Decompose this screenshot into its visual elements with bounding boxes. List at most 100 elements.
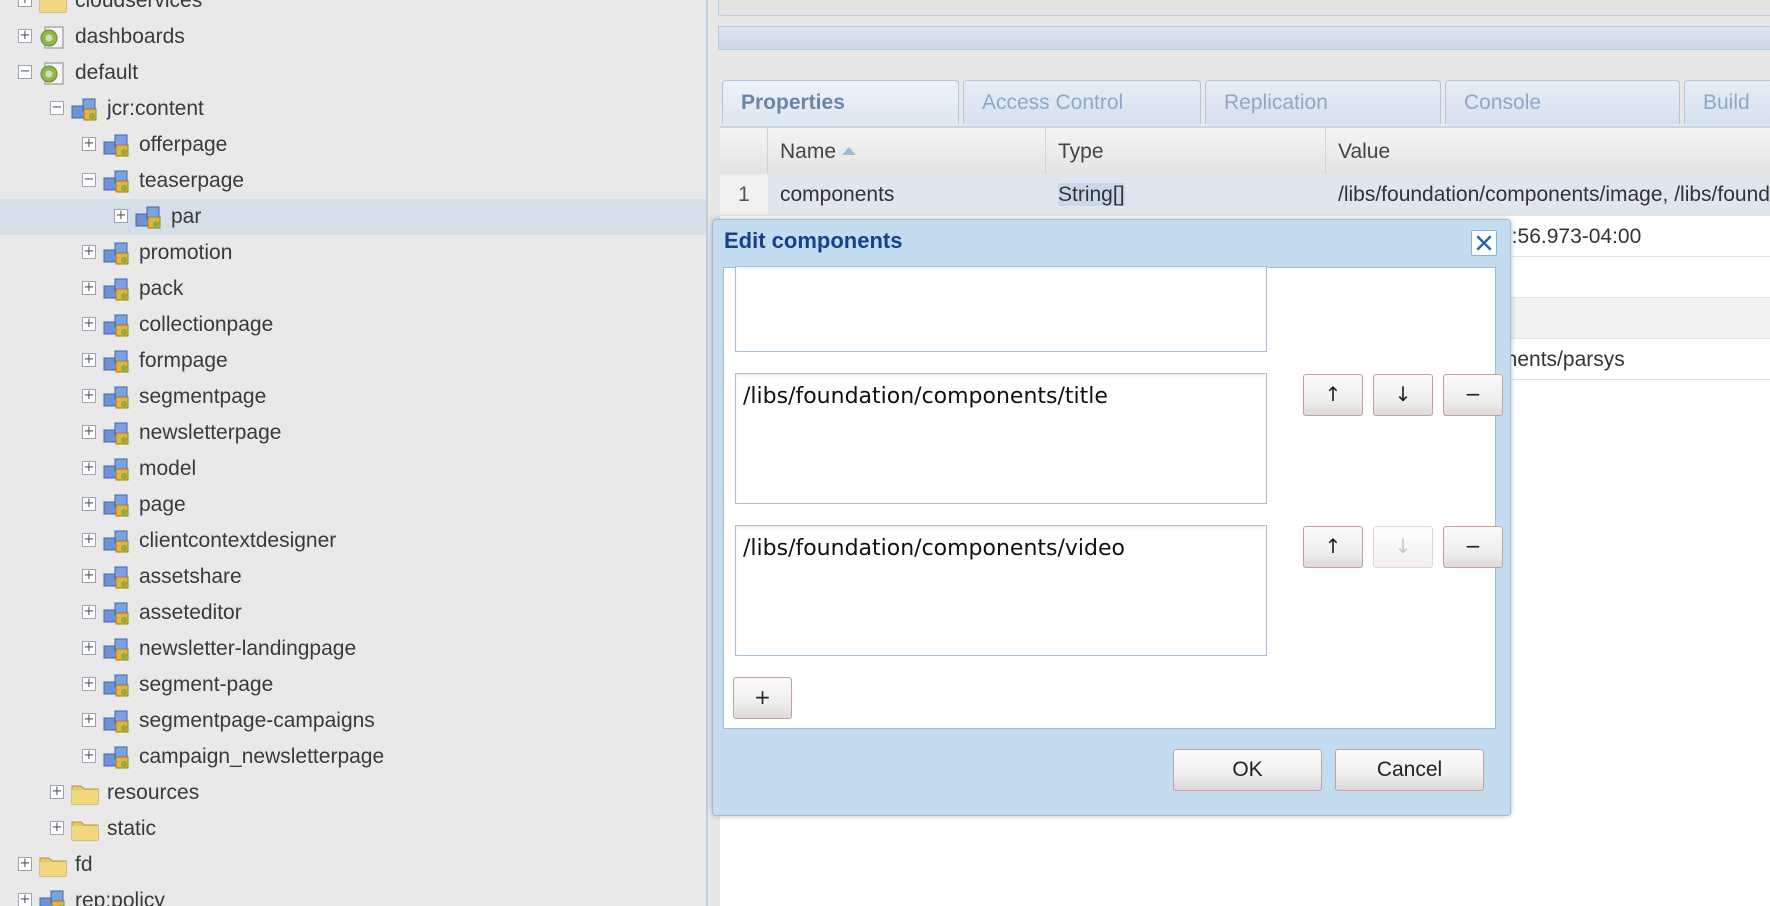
tree-node-label: teaserpage	[139, 169, 245, 192]
expand-icon[interactable]: +	[82, 137, 96, 151]
close-button[interactable]	[1471, 230, 1497, 256]
tree-node[interactable]: + fd	[0, 847, 706, 883]
tree-node-label: newsletter-landingpage	[139, 637, 357, 660]
column-name-label: Name	[780, 140, 837, 163]
tree-node[interactable]: − teaserpage	[0, 163, 706, 199]
tree-node-label: page	[139, 493, 186, 516]
expand-icon[interactable]: +	[82, 281, 96, 295]
move-up-button[interactable]: ↑	[1303, 526, 1363, 568]
top-strip	[718, 0, 1770, 16]
property-type: String[]	[1058, 183, 1125, 206]
component-node-icon	[103, 710, 129, 733]
column-value-header[interactable]: Value	[1326, 128, 1770, 174]
add-field-button[interactable]: +	[733, 677, 792, 719]
column-name-header[interactable]: Name	[768, 128, 1046, 174]
tab-console[interactable]: Console	[1445, 80, 1680, 124]
close-icon	[1476, 235, 1492, 251]
tree-node[interactable]: + pack	[0, 271, 706, 307]
tree-node[interactable]: + promotion	[0, 235, 706, 271]
expand-icon[interactable]: +	[82, 677, 96, 691]
expand-icon[interactable]: +	[18, 857, 32, 871]
cancel-button[interactable]: Cancel	[1335, 749, 1484, 791]
ok-button[interactable]: OK	[1173, 749, 1322, 791]
expand-icon[interactable]: +	[82, 425, 96, 439]
collapse-icon[interactable]: −	[18, 65, 32, 79]
tree-node[interactable]: + model	[0, 451, 706, 487]
move-down-button-disabled: ↓	[1373, 526, 1433, 568]
tree-node[interactable]: + assetshare	[0, 559, 706, 595]
tree-node[interactable]: + segmentpage	[0, 379, 706, 415]
repository-tree: + cloudservices + dashboards − default − jcr:co…	[0, 0, 708, 906]
expand-icon[interactable]: +	[82, 389, 96, 403]
move-up-button[interactable]: ↑	[1303, 374, 1363, 416]
component-path-field[interactable]	[735, 266, 1267, 352]
remove-button[interactable]: −	[1443, 526, 1503, 568]
expand-icon[interactable]: +	[18, 0, 32, 7]
tree-node-label: resources	[107, 781, 200, 804]
row-number: 1	[720, 174, 768, 215]
expand-icon[interactable]: +	[18, 893, 32, 906]
expand-icon[interactable]: +	[82, 245, 96, 259]
tree-node[interactable]: + segment-page	[0, 667, 706, 703]
tree-node[interactable]: + segmentpage-campaigns	[0, 703, 706, 739]
tree-node-label: promotion	[139, 241, 233, 264]
column-type-header[interactable]: Type	[1046, 128, 1326, 174]
component-node-icon	[103, 314, 129, 337]
expand-icon[interactable]: +	[114, 209, 128, 223]
expand-icon[interactable]: +	[82, 713, 96, 727]
tree-node[interactable]: + static	[0, 811, 706, 847]
tree-node[interactable]: − default	[0, 55, 706, 91]
tab-build[interactable]: Build	[1684, 80, 1770, 124]
tab-access-control[interactable]: Access Control	[963, 80, 1201, 124]
expand-icon[interactable]: +	[82, 749, 96, 763]
tree-node-label: pack	[139, 277, 184, 300]
tree-node[interactable]: + dashboards	[0, 19, 706, 55]
expand-icon[interactable]: +	[82, 497, 96, 511]
tree-node[interactable]: + page	[0, 487, 706, 523]
move-down-button[interactable]: ↓	[1373, 374, 1433, 416]
tree-node-label: rep:policy	[75, 889, 165, 906]
component-node-icon	[103, 566, 129, 589]
expand-icon[interactable]: +	[18, 29, 32, 43]
expand-icon[interactable]: +	[82, 533, 96, 547]
expand-icon[interactable]: +	[82, 317, 96, 331]
tree-node[interactable]: + newsletter-landingpage	[0, 631, 706, 667]
tree-node[interactable]: + cloudservices	[0, 0, 706, 19]
tree-node[interactable]: + par	[0, 199, 706, 235]
tree-node[interactable]: + asseteditor	[0, 595, 706, 631]
property-type-cell: String[]	[1046, 174, 1326, 214]
collapse-icon[interactable]: −	[82, 173, 96, 187]
component-path-field[interactable]	[735, 373, 1267, 504]
expand-icon[interactable]: +	[82, 605, 96, 619]
tree-node[interactable]: − jcr:content	[0, 91, 706, 127]
tree-node[interactable]: + offerpage	[0, 127, 706, 163]
tree-node[interactable]: + resources	[0, 775, 706, 811]
expand-icon[interactable]: +	[50, 785, 64, 799]
collapse-icon[interactable]: −	[50, 101, 64, 115]
tree-node-label: collectionpage	[139, 313, 274, 336]
page-node-icon	[40, 62, 64, 85]
folder-icon	[71, 821, 99, 841]
remove-button[interactable]: −	[1443, 374, 1503, 416]
component-path-field[interactable]	[735, 525, 1267, 656]
tab-properties[interactable]: Properties	[722, 80, 959, 124]
expand-icon[interactable]: +	[82, 569, 96, 583]
tree-node-label: newsletterpage	[139, 421, 282, 444]
tree-node[interactable]: + rep:policy	[0, 883, 706, 906]
folder-icon	[39, 0, 67, 13]
tree-node[interactable]: + collectionpage	[0, 307, 706, 343]
edit-components-dialog: Edit components ↑ ↓ − ↑ ↓ − + OK Cancel	[712, 219, 1511, 816]
tree-node[interactable]: + formpage	[0, 343, 706, 379]
tree-node[interactable]: + clientcontextdesigner	[0, 523, 706, 559]
expand-icon[interactable]: +	[82, 461, 96, 475]
expand-icon[interactable]: +	[50, 821, 64, 835]
component-node-icon	[103, 746, 129, 769]
expand-icon[interactable]: +	[82, 353, 96, 367]
tab-replication[interactable]: Replication	[1205, 80, 1441, 124]
component-node-icon	[103, 386, 129, 409]
tree-node[interactable]: + campaign_newsletterpage	[0, 739, 706, 775]
expand-icon[interactable]: +	[82, 641, 96, 655]
table-row[interactable]: 1 components String[] /libs/foundation/c…	[720, 174, 1770, 216]
tree-node[interactable]: + newsletterpage	[0, 415, 706, 451]
panel-header-bar	[718, 26, 1770, 50]
